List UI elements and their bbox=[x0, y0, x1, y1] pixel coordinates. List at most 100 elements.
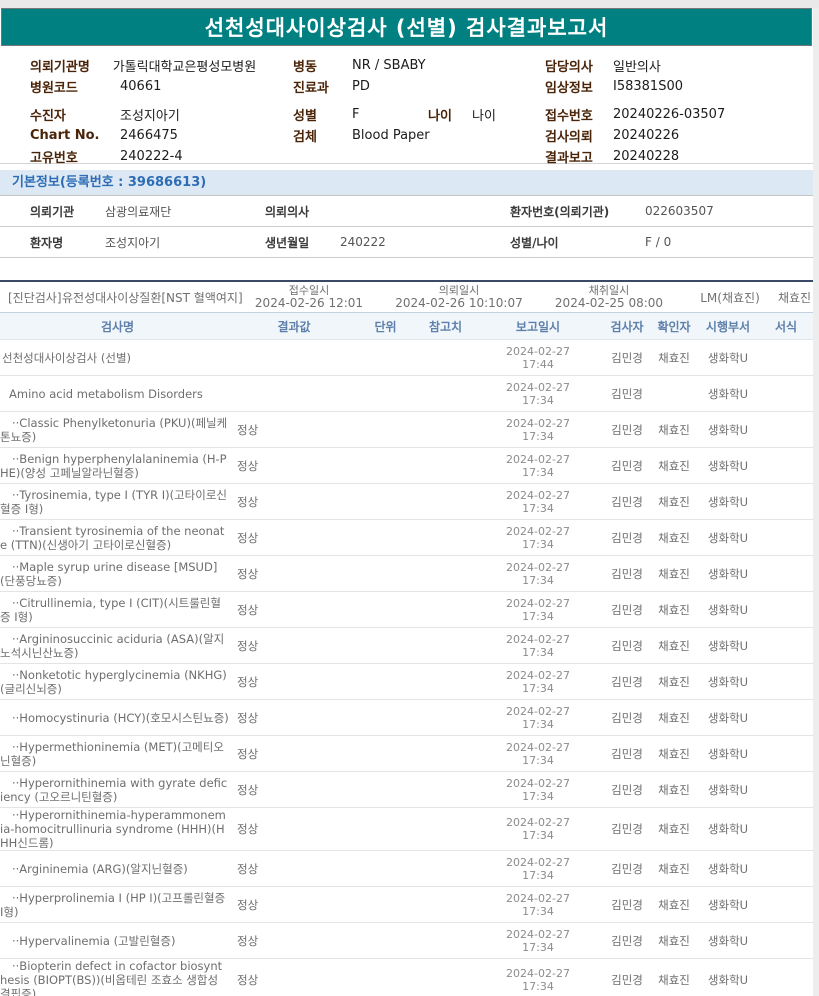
header-field-row: 검사의뢰 20240226 bbox=[545, 125, 805, 146]
report-datetime: 2024-02-27 17:34 bbox=[473, 417, 603, 443]
result-value: 정상 bbox=[235, 746, 353, 762]
report-datetime: 2024-02-27 17:34 bbox=[473, 928, 603, 954]
test-name: 선천성대사이상검사 (선별) bbox=[0, 351, 235, 365]
report-time: 17:34 bbox=[473, 829, 603, 842]
header-field-row: 고유번호 240222-4 bbox=[30, 146, 285, 167]
verifier-name: 채효진 bbox=[651, 350, 697, 366]
result-row: ··Hyperprolinemia I (HP I)(고프롤린혈증 I형) 정상… bbox=[0, 887, 813, 923]
report-datetime: 2024-02-27 17:44 bbox=[473, 345, 603, 371]
received-time: 접수일시 2024-02-26 12:01 bbox=[234, 284, 384, 310]
field-label: Chart No. bbox=[30, 128, 120, 143]
test-name: ··Transient tyrosinemia of the neonate (… bbox=[0, 524, 235, 552]
result-value: 정상 bbox=[235, 422, 353, 438]
report-time: 17:34 bbox=[473, 610, 603, 623]
tester-name: 김민경 bbox=[603, 933, 651, 949]
result-value: 정상 bbox=[235, 494, 353, 510]
department-name: 생화학U bbox=[697, 350, 759, 366]
verifier-name: 채효진 bbox=[651, 422, 697, 438]
result-value: 정상 bbox=[235, 897, 353, 913]
field-value: 조성지아기 bbox=[120, 105, 196, 124]
test-name: ··Hypervalinemia (고발린혈증) bbox=[0, 934, 235, 948]
result-row: ··Transient tyrosinemia of the neonate (… bbox=[0, 520, 813, 556]
field-label: 진료과 bbox=[293, 77, 352, 96]
tester-name: 김민경 bbox=[603, 530, 651, 546]
header-field-row: 임상정보 I58381S00 bbox=[545, 76, 805, 97]
tester-name: 김민경 bbox=[603, 602, 651, 618]
tester-name: 김민경 bbox=[603, 566, 651, 582]
field-label: 고유번호 bbox=[30, 147, 120, 166]
spacer bbox=[0, 258, 813, 280]
department-name: 생화학U bbox=[697, 972, 759, 988]
received-time-value: 2024-02-26 12:01 bbox=[234, 297, 384, 310]
col-header-tester: 검사자 bbox=[603, 318, 651, 335]
verifier-name: 채효진 bbox=[651, 638, 697, 654]
col-header-result: 결과값 bbox=[235, 318, 353, 335]
report-date: 2024-02-27 bbox=[473, 597, 603, 610]
department-name: 생화학U bbox=[697, 602, 759, 618]
report-time: 17:34 bbox=[473, 718, 603, 731]
test-name: ··Benign hyperphenylalaninemia (H-PHE)(양… bbox=[0, 452, 235, 480]
header-field-row: 성별 F 나이 나이 bbox=[293, 104, 538, 125]
result-row: ··Hypervalinemia (고발린혈증) 정상 2024-02-27 1… bbox=[0, 923, 813, 959]
field-value: NR / SBABY bbox=[352, 58, 428, 73]
col-header-reference: 참고치 bbox=[418, 318, 473, 335]
report-title-bar: 선천성대사이상검사 (선별) 검사결과보고서 bbox=[1, 8, 812, 46]
basic-info-row: 의뢰기관 삼광의료재단 의뢰의사 환자번호(의뢰기관) 022603507 bbox=[0, 196, 813, 227]
report-datetime: 2024-02-27 17:34 bbox=[473, 741, 603, 767]
report-date: 2024-02-27 bbox=[473, 489, 603, 502]
report-datetime: 2024-02-27 17:34 bbox=[473, 816, 603, 842]
report-time: 17:34 bbox=[473, 502, 603, 515]
field-value: F bbox=[352, 107, 428, 122]
test-name: ··Argininemia (ARG)(알지닌혈증) bbox=[0, 862, 235, 876]
tester-name: 김민경 bbox=[603, 782, 651, 798]
field-value: 20240226 bbox=[613, 128, 689, 143]
field-label: 임상정보 bbox=[545, 77, 613, 96]
department-name: 생화학U bbox=[697, 638, 759, 654]
department-name: 생화학U bbox=[697, 386, 759, 402]
collection-time-value: 2024-02-25 08:00 bbox=[534, 297, 684, 310]
report-datetime: 2024-02-27 17:34 bbox=[473, 892, 603, 918]
header-field-row: 접수번호 20240226-03507 bbox=[545, 104, 805, 125]
report-time: 17:34 bbox=[473, 574, 603, 587]
department-name: 생화학U bbox=[697, 422, 759, 438]
header-field-row: 수진자 조성지아기 bbox=[30, 104, 285, 125]
result-row: ··Citrullinemia, type I (CIT)(시트룰린혈증 I형)… bbox=[0, 592, 813, 628]
result-row: ··Tyrosinemia, type I (TYR I)(고타이로신혈증 I형… bbox=[0, 484, 813, 520]
tester-name: 김민경 bbox=[603, 458, 651, 474]
report-datetime: 2024-02-27 17:34 bbox=[473, 777, 603, 803]
verifier-name: 채효진 bbox=[651, 972, 697, 988]
col-header-report-datetime: 보고일시 bbox=[473, 318, 603, 335]
order-test-name: 유전성대사이상질환[NST 혈액여지] bbox=[54, 289, 234, 306]
report-date: 2024-02-27 bbox=[473, 381, 603, 394]
department-name: 생화학U bbox=[697, 933, 759, 949]
order-bar: [진단검사] 유전성대사이상질환[NST 혈액여지] 접수일시 2024-02-… bbox=[0, 280, 813, 312]
page-title: 선천성대사이상검사 (선별) 검사결과보고서 bbox=[205, 12, 609, 42]
basic-value: F / 0 bbox=[645, 235, 813, 249]
verifier-name: 채효진 bbox=[651, 602, 697, 618]
field-value: 20240226-03507 bbox=[613, 107, 725, 122]
result-value: 정상 bbox=[235, 674, 353, 690]
result-value: 정상 bbox=[235, 972, 353, 988]
tester-name: 김민경 bbox=[603, 674, 651, 690]
result-value: 정상 bbox=[235, 821, 353, 837]
report-time: 17:34 bbox=[473, 430, 603, 443]
basic-value: 022603507 bbox=[645, 204, 813, 218]
report-time: 17:44 bbox=[473, 358, 603, 371]
result-value: 정상 bbox=[235, 782, 353, 798]
field-extra-value: 나이 bbox=[472, 105, 496, 124]
report-datetime: 2024-02-27 17:34 bbox=[473, 856, 603, 882]
basic-label: 성별/나이 bbox=[510, 234, 645, 251]
result-row: Amino acid metabolism Disorders 2024-02-… bbox=[0, 376, 813, 412]
report-date: 2024-02-27 bbox=[473, 417, 603, 430]
report-sheet: 선천성대사이상검사 (선별) 검사결과보고서 의뢰기관명 가톨릭대학교은평성모병… bbox=[0, 8, 813, 996]
report-time: 17:34 bbox=[473, 466, 603, 479]
department-name: 생화학U bbox=[697, 494, 759, 510]
report-time: 17:34 bbox=[473, 790, 603, 803]
department-name: 생화학U bbox=[697, 530, 759, 546]
header-field-row: 병원코드 40661 bbox=[30, 76, 285, 97]
order-time: 의뢰일시 2024-02-26 10:10:07 bbox=[384, 284, 534, 310]
top-margin-strip bbox=[0, 0, 819, 8]
test-name: ··Biopterin defect in cofactor biosynthe… bbox=[0, 959, 235, 996]
department-name: 생화학U bbox=[697, 861, 759, 877]
result-value: 정상 bbox=[235, 861, 353, 877]
